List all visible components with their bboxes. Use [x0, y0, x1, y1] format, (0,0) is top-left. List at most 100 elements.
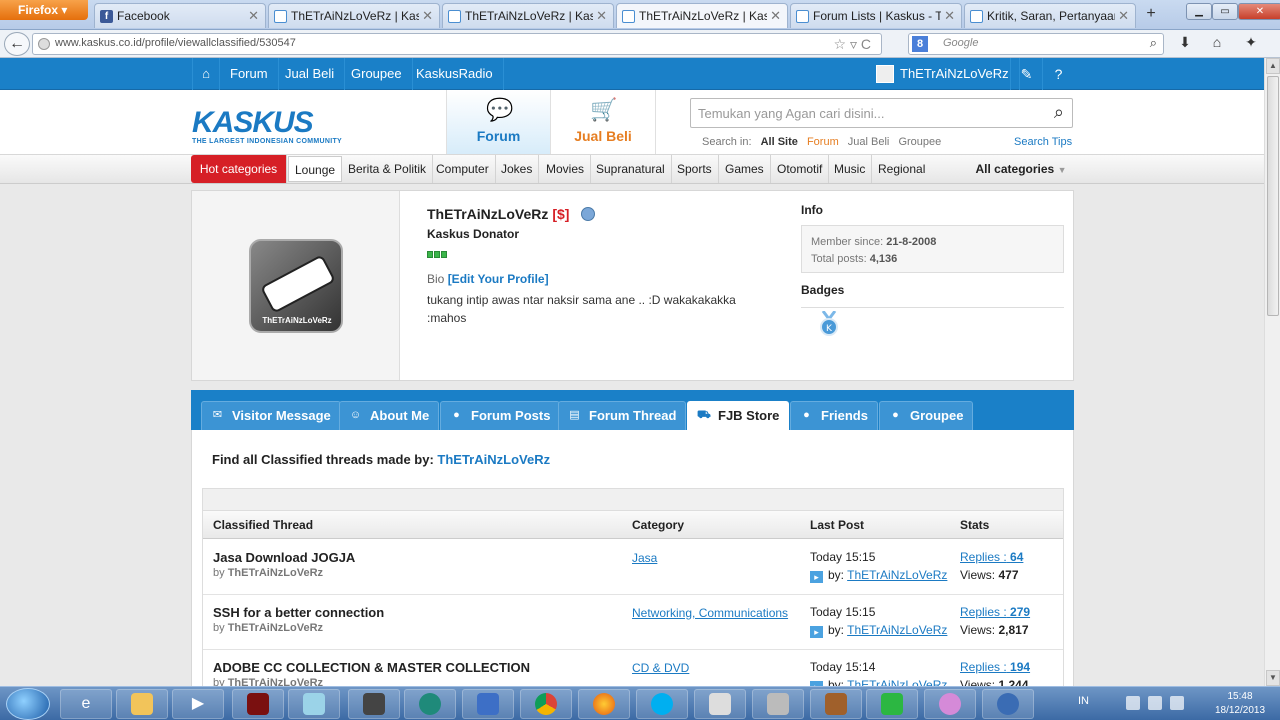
- category-regional[interactable]: Regional: [872, 155, 931, 183]
- bookmark-star-icon[interactable]: ☆ ▿ C: [834, 36, 871, 53]
- scope-jualbeli[interactable]: Jual Beli: [848, 136, 890, 148]
- close-tab-icon[interactable]: ✕: [770, 8, 781, 24]
- find-all-user-link[interactable]: ThETrAiNzLoVeRz: [437, 452, 550, 467]
- last-post-user-link[interactable]: ThETrAiNzLoVeRz: [847, 623, 947, 637]
- minimize-button[interactable]: ▁: [1186, 3, 1212, 20]
- category-link[interactable]: Networking, Communications: [632, 606, 788, 620]
- app-taskbar-icon[interactable]: [404, 689, 456, 719]
- app-taskbar-icon[interactable]: [810, 689, 862, 719]
- category-lounge[interactable]: Lounge: [288, 156, 343, 182]
- search-icon[interactable]: ⌕: [1150, 35, 1157, 51]
- top-link-forum[interactable]: Forum: [220, 58, 279, 90]
- volume-icon[interactable]: [1170, 696, 1184, 710]
- start-button[interactable]: [6, 688, 50, 720]
- close-tab-icon[interactable]: ✕: [248, 8, 259, 24]
- kaskus-home-icon[interactable]: ⌂: [192, 58, 220, 90]
- category-computer[interactable]: Computer: [430, 155, 496, 183]
- close-tab-icon[interactable]: ✕: [944, 8, 955, 24]
- thread-title-link[interactable]: SSH for a better connection: [213, 605, 384, 620]
- author-link[interactable]: ThETrAiNzLoVeRz: [228, 567, 323, 579]
- scope-forum[interactable]: Forum: [807, 136, 839, 148]
- category-otomotif[interactable]: Otomotif: [771, 155, 830, 183]
- last-post-user-link[interactable]: ThETrAiNzLoVeRz: [847, 568, 947, 582]
- category-supranatural[interactable]: Supranatural: [590, 155, 672, 183]
- category-music[interactable]: Music: [828, 155, 873, 183]
- language-indicator[interactable]: IN: [1078, 695, 1089, 707]
- app-taskbar-icon[interactable]: [752, 689, 804, 719]
- replies-link[interactable]: Replies : 64: [960, 550, 1023, 564]
- tab-about-me[interactable]: ☺ About Me: [339, 401, 440, 430]
- app-taskbar-icon[interactable]: [288, 689, 340, 719]
- app-taskbar-icon[interactable]: [694, 689, 746, 719]
- window-close-button[interactable]: ✕: [1238, 3, 1280, 20]
- top-link-kaskusradio[interactable]: KaskusRadio: [406, 58, 504, 90]
- skype-taskbar-icon[interactable]: [636, 689, 688, 719]
- pencil-icon[interactable]: ✎: [1010, 58, 1042, 90]
- network-icon[interactable]: [1148, 696, 1162, 710]
- author-link[interactable]: ThETrAiNzLoVeRz: [228, 622, 323, 634]
- app-taskbar-icon[interactable]: [462, 689, 514, 719]
- explorer-taskbar-icon[interactable]: [116, 689, 168, 719]
- tab-forum-thread[interactable]: ▤ Forum Thread: [558, 401, 687, 430]
- media-player-taskbar-icon[interactable]: ▶: [172, 689, 224, 719]
- medal-badge-icon[interactable]: K: [818, 311, 840, 337]
- home-icon[interactable]: ⌂: [1206, 34, 1228, 54]
- browser-tab-kaskus-2[interactable]: ThETrAiNzLoVeRz | Kasku...✕: [442, 3, 614, 28]
- scrollbar-thumb[interactable]: [1267, 76, 1279, 316]
- go-to-post-icon[interactable]: ▸: [810, 571, 823, 583]
- replies-link[interactable]: Replies : 194: [960, 660, 1030, 674]
- ie-taskbar-icon[interactable]: e: [60, 689, 112, 719]
- thunderbird-taskbar-icon[interactable]: [982, 689, 1034, 719]
- close-tab-icon[interactable]: ✕: [1118, 8, 1129, 24]
- nav-forum[interactable]: 💬 Forum: [446, 90, 551, 154]
- all-categories-dropdown[interactable]: All categories ▼: [968, 155, 1074, 183]
- tab-friends[interactable]: ● Friends: [790, 401, 878, 430]
- firefox-menu-button[interactable]: Firefox ▾: [0, 0, 88, 20]
- app-taskbar-icon[interactable]: [232, 689, 284, 719]
- scroll-down-icon[interactable]: ▼: [1266, 670, 1280, 686]
- browser-tab-forum-lists[interactable]: Forum Lists | Kaskus - Th...✕: [790, 3, 962, 28]
- app-taskbar-icon[interactable]: [924, 689, 976, 719]
- category-games[interactable]: Games: [719, 155, 771, 183]
- back-button[interactable]: ←: [4, 32, 30, 56]
- scope-groupee[interactable]: Groupee: [898, 136, 941, 148]
- category-link[interactable]: Jasa: [632, 551, 657, 565]
- thread-title-link[interactable]: ADOBE CC COLLECTION & MASTER COLLECTION: [213, 660, 530, 675]
- maximize-button[interactable]: ▭: [1212, 3, 1238, 20]
- edit-profile-link[interactable]: [Edit Your Profile]: [448, 272, 549, 286]
- category-movies[interactable]: Movies: [540, 155, 592, 183]
- browser-tab-kaskus-1[interactable]: ThETrAiNzLoVeRz | Kasku...✕: [268, 3, 440, 28]
- go-to-post-icon[interactable]: ▸: [810, 626, 823, 638]
- tab-visitor-message[interactable]: ✉ Visitor Message: [201, 401, 341, 430]
- thread-title-link[interactable]: Jasa Download JOGJA: [213, 550, 355, 565]
- app-taskbar-icon[interactable]: [348, 689, 400, 719]
- top-link-jualbeli[interactable]: Jual Beli: [275, 58, 346, 90]
- category-jokes[interactable]: Jokes: [495, 155, 540, 183]
- browser-tab-kritik[interactable]: Kritik, Saran, Pertanyaan ...✕: [964, 3, 1136, 28]
- category-sports[interactable]: Sports: [671, 155, 719, 183]
- page-scrollbar[interactable]: ▲ ▼: [1264, 58, 1280, 686]
- search-icon[interactable]: ⌕: [1054, 102, 1064, 123]
- top-link-groupee[interactable]: Groupee: [341, 58, 413, 90]
- close-tab-icon[interactable]: ✕: [596, 8, 607, 24]
- help-icon[interactable]: ?: [1042, 58, 1074, 90]
- new-tab-button[interactable]: +: [1140, 5, 1162, 25]
- google-engine-icon[interactable]: 8: [912, 36, 928, 52]
- download-icon[interactable]: ⬇: [1174, 34, 1196, 54]
- search-tips-link[interactable]: Search Tips: [1014, 136, 1072, 148]
- site-identity-icon[interactable]: [38, 38, 50, 50]
- tab-fjb-store[interactable]: ⛟ FJB Store: [687, 401, 790, 430]
- url-bar[interactable]: www.kaskus.co.id/profile/viewallclassifi…: [32, 33, 882, 55]
- site-search-input[interactable]: Temukan yang Agan cari disini... ⌕: [690, 98, 1073, 128]
- browser-tab-kaskus-active[interactable]: ThETrAiNzLoVeRz | Kasku...✕: [616, 3, 788, 28]
- clock[interactable]: 15:48 18/12/2013: [1210, 690, 1270, 718]
- firefox-taskbar-icon[interactable]: [578, 689, 630, 719]
- category-link[interactable]: CD & DVD: [632, 661, 689, 675]
- browser-tab-facebook[interactable]: f Facebook ✕: [94, 3, 266, 28]
- close-tab-icon[interactable]: ✕: [422, 8, 433, 24]
- scroll-up-icon[interactable]: ▲: [1266, 58, 1280, 74]
- scope-all-site[interactable]: All Site: [761, 136, 798, 148]
- tab-groupee[interactable]: ● Groupee: [879, 401, 974, 430]
- user-profile-link[interactable]: ThETrAiNzLoVeRz: [868, 58, 1020, 90]
- addon-icon[interactable]: ✦: [1240, 34, 1262, 54]
